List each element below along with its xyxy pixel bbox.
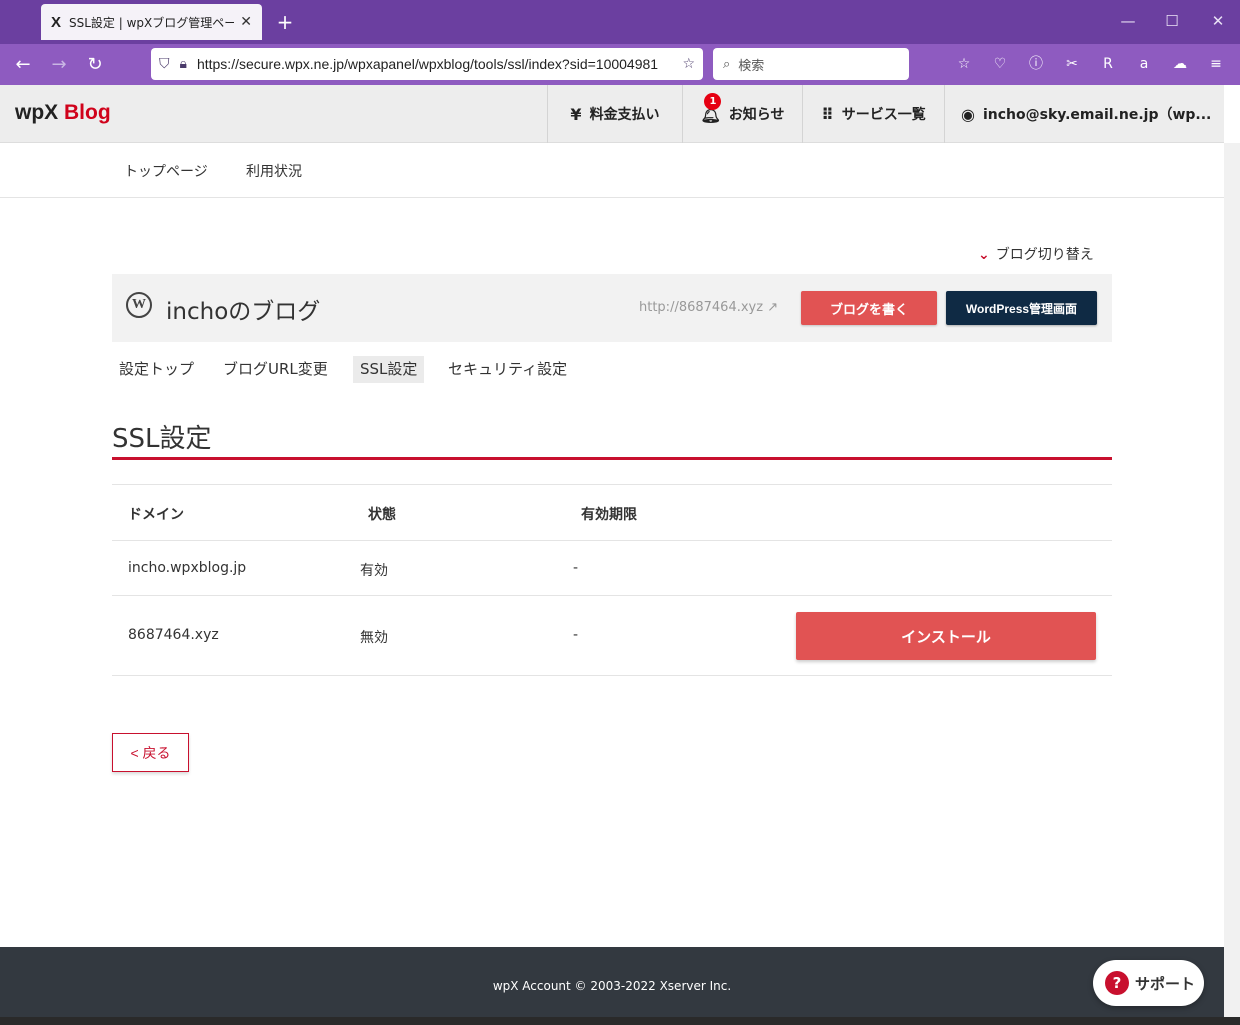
footer-copyright: wpX Account © 2003-2022 Xserver Inc.: [492, 979, 732, 993]
bookmarks-icon[interactable]: ☆: [952, 52, 976, 76]
table-row: 8687464.xyz 無効 - インストール: [112, 595, 1112, 676]
nav-usage[interactable]: 利用状況: [246, 161, 302, 181]
page-scrollbar[interactable]: [1224, 143, 1240, 1025]
sub-navigation: トップページ 利用状況: [0, 143, 1224, 198]
user-icon: ◉: [961, 104, 975, 124]
external-link-icon: ↗: [767, 300, 779, 315]
rw-extension-icon[interactable]: R: [1096, 52, 1120, 76]
grid-icon: ⠿: [821, 104, 834, 124]
bell-icon: 🔔︎ 1: [700, 92, 722, 124]
shield-icon: ⛉: [159, 56, 170, 72]
browser-tab[interactable]: X SSL設定 | wpXブログ管理ページ ✕: [41, 4, 262, 40]
services-label: サービス一覧: [841, 107, 926, 123]
table-row: incho.wpxblog.jp 有効 -: [112, 540, 1112, 595]
install-ssl-button[interactable]: インストール: [796, 612, 1096, 660]
support-button[interactable]: ? サポート: [1093, 960, 1204, 1006]
account-nav[interactable]: ◉ incho@sky.email.ne.jp（wp...: [944, 85, 1224, 143]
title-underline: [112, 457, 1112, 460]
tab-url-change[interactable]: ブログURL変更: [216, 356, 335, 383]
cell-domain: 8687464.xyz: [128, 627, 219, 643]
search-icon: ⌕: [723, 56, 731, 72]
logo-blog: Blog: [64, 101, 111, 124]
tab-settings-top[interactable]: 設定トップ: [112, 356, 201, 383]
lock-icon: 🔒︎: [179, 56, 187, 72]
back-arrow-icon[interactable]: ←: [10, 52, 36, 78]
write-blog-button[interactable]: ブログを書く: [801, 291, 937, 325]
header-expiry: 有効期限: [581, 507, 637, 523]
payment-label: 料金支払い: [589, 107, 660, 123]
tab-title: SSL設定 | wpXブログ管理ページ: [69, 15, 235, 30]
yen-icon: ¥: [570, 104, 582, 124]
header-status: 状態: [368, 507, 396, 523]
a-extension-icon[interactable]: a: [1132, 52, 1156, 76]
site-header: wpX Blog ¥ 料金支払い 🔔︎ 1 お知らせ ⠿ サービス一覧 ◉ inc…: [0, 85, 1224, 143]
blog-info-panel: W inchoのブログ http://8687464.xyz ↗ ブログを書く …: [112, 274, 1112, 342]
logo-wpx: wpX: [15, 101, 59, 124]
table-header-row: ドメイン 状態 有効期限: [112, 484, 1112, 540]
url-text: https://secure.wpx.ne.jp/wpxapanel/wpxbl…: [196, 56, 659, 72]
blog-url-link[interactable]: http://8687464.xyz ↗: [639, 300, 778, 315]
new-tab-icon[interactable]: +: [275, 10, 295, 34]
account-label: incho@sky.email.ne.jp（wp...: [982, 107, 1212, 123]
wordpress-icon: W: [126, 292, 152, 318]
cell-domain: incho.wpxblog.jp: [128, 560, 247, 576]
wordpress-admin-button[interactable]: WordPress管理画面: [946, 291, 1097, 325]
tab-ssl-settings[interactable]: SSL設定: [353, 356, 425, 383]
blog-switch-label: ブログ切り替え: [995, 247, 1094, 263]
blog-switch-toggle[interactable]: ⌄ ブログ切り替え: [978, 244, 1094, 264]
site-favicon-icon: X: [51, 13, 62, 31]
url-bar[interactable]: ⛉ 🔒︎ https://secure.wpx.ne.jp/wpxapanel/…: [151, 48, 703, 80]
maximize-icon[interactable]: ☐: [1162, 12, 1182, 30]
wpx-blog-logo[interactable]: wpX Blog: [15, 101, 111, 125]
pocket-icon[interactable]: ♡: [988, 52, 1012, 76]
notifications-nav[interactable]: 🔔︎ 1 お知らせ: [682, 85, 802, 143]
blog-url-text: http://8687464.xyz: [639, 300, 764, 315]
screenshot-icon[interactable]: ✂: [1060, 52, 1084, 76]
chevron-down-icon: ⌄: [978, 247, 990, 263]
cell-status: 無効: [360, 630, 388, 646]
taskbar-strip: [0, 1017, 1240, 1025]
minimize-icon[interactable]: —: [1118, 12, 1138, 30]
header-domain: ドメイン: [128, 507, 184, 523]
close-tab-icon[interactable]: ✕: [240, 14, 252, 30]
tab-security-settings[interactable]: セキュリティ設定: [441, 356, 574, 383]
payment-nav[interactable]: ¥ 料金支払い: [547, 85, 682, 143]
notifications-label: お知らせ: [728, 107, 785, 123]
notification-badge: 1: [704, 92, 722, 110]
ssl-table: ドメイン 状態 有効期限 incho.wpxblog.jp 有効 - 86874…: [112, 484, 1112, 676]
blog-name: inchoのブログ: [166, 299, 321, 325]
cell-expiry: -: [573, 560, 579, 576]
menu-icon[interactable]: ≡: [1204, 52, 1228, 76]
support-label: サポート: [1135, 974, 1196, 993]
bookmark-star-icon[interactable]: ☆: [682, 56, 695, 72]
back-button[interactable]: < 戻る: [112, 733, 189, 772]
cell-expiry: -: [573, 627, 579, 643]
close-window-icon[interactable]: ✕: [1208, 12, 1228, 30]
browser-tab-bar: X SSL設定 | wpXブログ管理ページ ✕ + — ☐ ✕: [0, 0, 1240, 44]
cloud-extension-icon[interactable]: ☁: [1168, 52, 1192, 76]
reload-icon[interactable]: ↻: [82, 52, 108, 78]
question-icon: ?: [1105, 971, 1129, 995]
page-title: SSL設定: [112, 424, 212, 454]
services-nav[interactable]: ⠿ サービス一覧: [802, 85, 944, 143]
cell-status: 有効: [360, 563, 388, 579]
footer: wpX Account © 2003-2022 Xserver Inc.: [0, 947, 1224, 1017]
search-input[interactable]: ⌕ 検索: [713, 48, 909, 80]
info-extension-icon[interactable]: ⓘ: [1024, 52, 1048, 76]
nav-top-page[interactable]: トップページ: [124, 161, 208, 181]
browser-nav-bar: ← → ↻ ⛉ 🔒︎ https://secure.wpx.ne.jp/wpxa…: [0, 44, 1240, 85]
search-placeholder: 検索: [738, 58, 765, 74]
forward-arrow-icon[interactable]: →: [46, 52, 72, 78]
